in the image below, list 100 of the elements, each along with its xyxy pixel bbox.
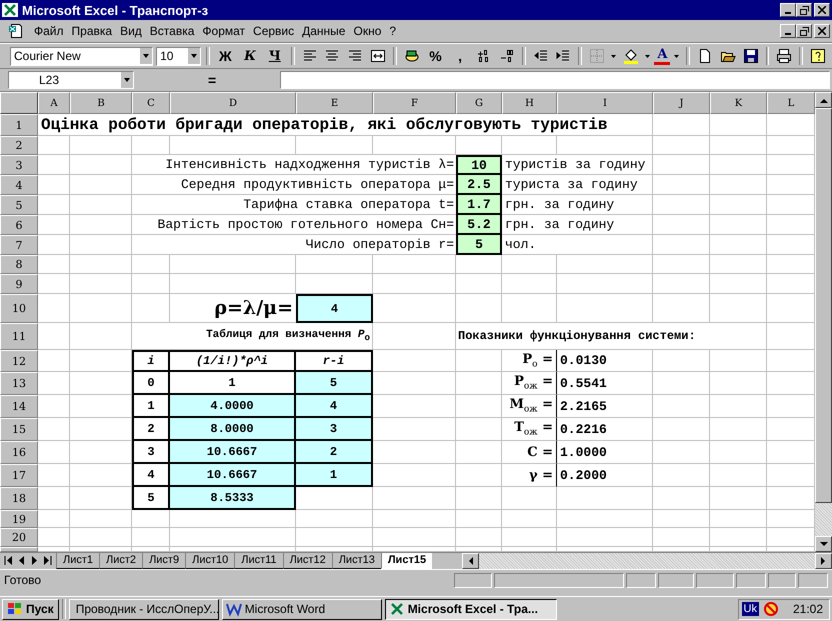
save-icon[interactable] — [742, 48, 759, 64]
column-header[interactable]: L — [767, 92, 815, 114]
column-header[interactable]: B — [70, 92, 132, 114]
grid-cell[interactable] — [170, 547, 296, 552]
grid-cell[interactable] — [710, 175, 767, 195]
grid-cell[interactable] — [296, 510, 373, 528]
grid-cell[interactable] — [170, 528, 296, 547]
sheet-tab[interactable]: Лист11 — [234, 553, 283, 569]
menu-item[interactable]: Вставка — [146, 24, 198, 38]
grid-cell[interactable] — [456, 528, 502, 547]
row-header[interactable]: 13 — [0, 372, 38, 395]
grid-cell[interactable] — [557, 274, 653, 294]
row-header[interactable]: 4 — [0, 175, 38, 195]
grid-cell[interactable] — [70, 274, 132, 294]
currency-icon[interactable] — [404, 48, 420, 64]
grid-cell[interactable] — [502, 510, 557, 528]
sheet-tab[interactable]: Лист2 — [99, 553, 142, 569]
font-size-dropdown[interactable]: 10 — [156, 46, 201, 66]
grid-cell[interactable] — [38, 441, 70, 464]
row-header[interactable]: 19 — [0, 510, 38, 528]
grid-cell[interactable] — [653, 528, 710, 547]
grid-cell[interactable] — [502, 528, 557, 547]
name-box[interactable]: L23 — [8, 71, 134, 89]
row-header[interactable]: 10 — [0, 294, 38, 323]
grid-cell[interactable] — [38, 350, 70, 372]
column-header[interactable]: J — [653, 92, 710, 114]
grid-cell[interactable] — [502, 274, 557, 294]
menu-item[interactable]: Правка — [68, 24, 116, 38]
row-header[interactable] — [0, 547, 38, 552]
font-color-button[interactable]: A — [654, 47, 670, 65]
grid-cell[interactable] — [653, 547, 710, 552]
restore-button[interactable] — [796, 3, 812, 17]
equals-sign[interactable]: = — [208, 72, 216, 88]
grid-cell[interactable] — [296, 547, 373, 552]
down-arrow-icon[interactable] — [820, 542, 828, 546]
row-header[interactable]: 7 — [0, 235, 38, 255]
row-header[interactable]: 5 — [0, 195, 38, 215]
sheet-tab[interactable]: Лист1 — [56, 553, 100, 569]
grid-cell[interactable] — [38, 395, 70, 418]
grid-cell[interactable] — [710, 464, 767, 487]
grid-cell[interactable] — [653, 487, 710, 510]
select-all-button[interactable] — [0, 92, 38, 114]
grid-cell[interactable] — [710, 487, 767, 510]
row-header[interactable]: 12 — [0, 350, 38, 372]
grid-cell[interactable] — [38, 255, 70, 274]
grid-cell[interactable] — [456, 487, 502, 510]
column-header[interactable]: G — [456, 92, 502, 114]
merge-center-icon[interactable] — [370, 48, 386, 64]
grid-cell[interactable] — [653, 274, 710, 294]
grid-cell[interactable] — [653, 510, 710, 528]
grid-cell[interactable] — [710, 441, 767, 464]
first-sheet-icon[interactable] — [2, 553, 15, 568]
grid-cell[interactable] — [710, 372, 767, 395]
grid-cell[interactable] — [70, 510, 132, 528]
menu-item[interactable]: Данные — [298, 24, 350, 38]
help-icon[interactable] — [810, 48, 826, 64]
grid-cell[interactable] — [502, 547, 557, 552]
grid-cell[interactable] — [38, 274, 70, 294]
grid-cell[interactable] — [38, 235, 70, 255]
printer-icon[interactable] — [776, 48, 792, 64]
column-header[interactable]: F — [373, 92, 456, 114]
percent-button[interactable]: % — [424, 46, 446, 66]
row-header[interactable]: 6 — [0, 215, 38, 235]
grid-cell[interactable] — [70, 547, 132, 552]
sheet-tab[interactable]: Лист15 — [380, 553, 432, 569]
fill-color-icon[interactable] — [622, 48, 639, 64]
column-header[interactable]: C — [132, 92, 170, 114]
language-indicator[interactable]: Uk — [742, 602, 759, 616]
grid-cell[interactable] — [373, 487, 456, 510]
row-header[interactable]: 17 — [0, 464, 38, 487]
grid-cell[interactable] — [710, 215, 767, 235]
sheet-tab[interactable]: Лист12 — [282, 553, 332, 569]
column-header[interactable]: E — [296, 92, 373, 114]
start-button[interactable]: Пуск — [2, 598, 59, 620]
grid-cell[interactable] — [710, 136, 767, 155]
row-header[interactable]: 11 — [0, 323, 38, 350]
grid-cell[interactable] — [296, 528, 373, 547]
grid-cell[interactable] — [38, 195, 70, 215]
grid-cell[interactable] — [38, 215, 70, 235]
grid-cell[interactable] — [373, 274, 456, 294]
last-sheet-icon[interactable] — [41, 553, 54, 568]
grid-cell[interactable] — [710, 547, 767, 552]
grid-cell[interactable] — [38, 547, 70, 552]
menu-item[interactable]: Файл — [30, 24, 68, 38]
row-header[interactable]: 14 — [0, 395, 38, 418]
grid-cell[interactable] — [710, 528, 767, 547]
grid-cell[interactable] — [38, 487, 70, 510]
grid-cell[interactable] — [38, 294, 70, 323]
close-button[interactable] — [814, 3, 830, 17]
grid-cell[interactable] — [456, 274, 502, 294]
grid-cell[interactable] — [710, 418, 767, 441]
grid-cell[interactable] — [38, 155, 70, 175]
column-header[interactable]: H — [502, 92, 557, 114]
minimize-button[interactable] — [780, 24, 796, 38]
column-header[interactable]: K — [710, 92, 767, 114]
menu-item[interactable]: Окно — [349, 24, 386, 38]
grid-cell[interactable] — [70, 294, 132, 323]
grid-cell[interactable] — [710, 274, 767, 294]
grid-cell[interactable] — [70, 528, 132, 547]
grid-cell[interactable] — [38, 372, 70, 395]
